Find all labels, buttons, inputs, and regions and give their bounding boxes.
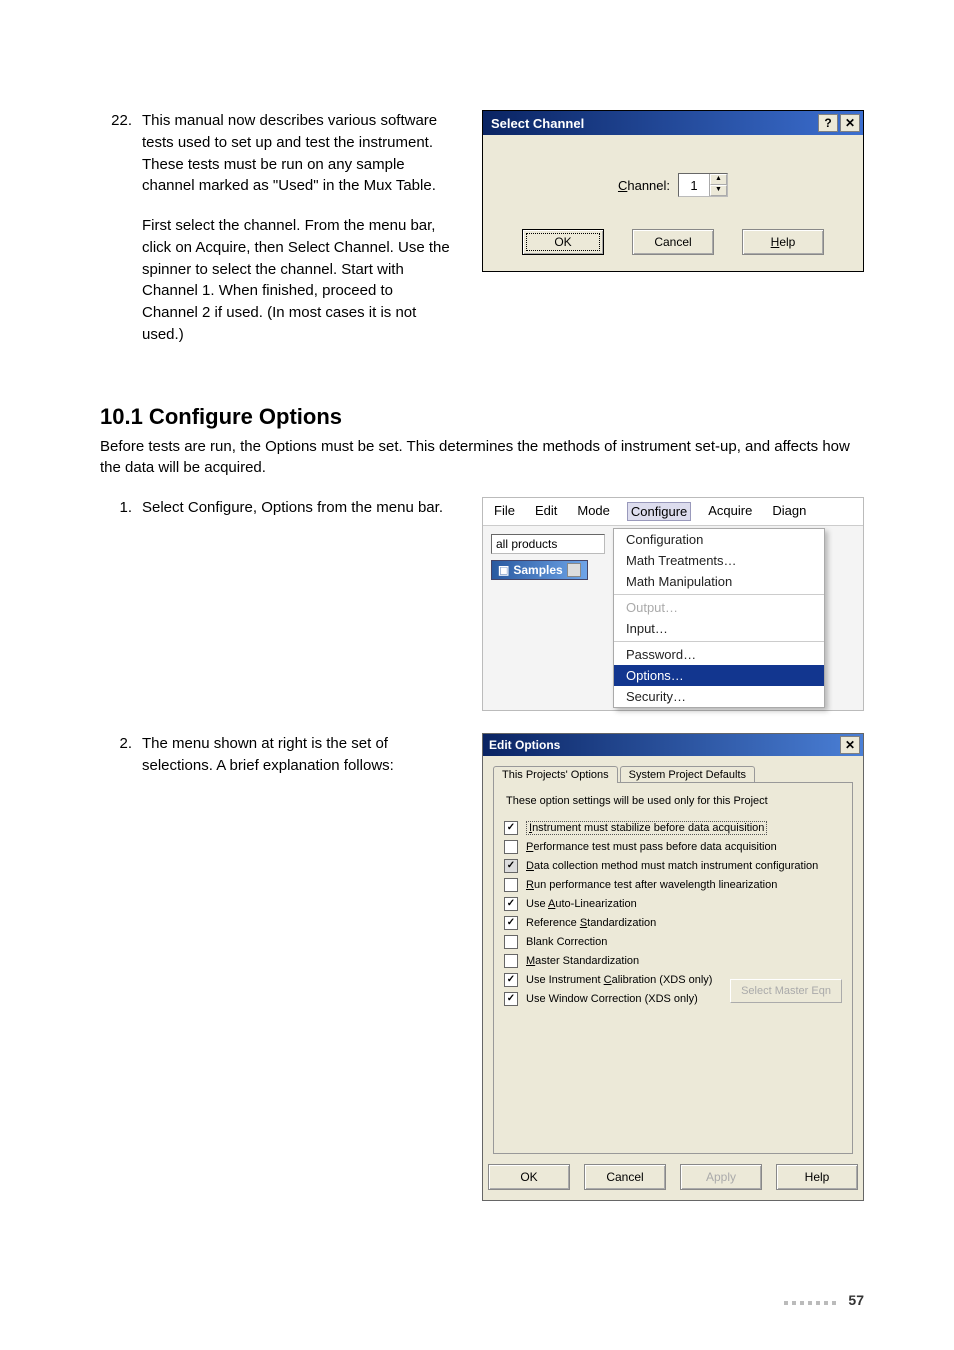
edit-options-title: Edit Options (489, 738, 560, 752)
samples-chip[interactable]: ▣ Samples (491, 560, 588, 580)
checkbox[interactable] (504, 878, 518, 892)
checkbox[interactable]: ✓ (504, 897, 518, 911)
menu-diagn[interactable]: Diagn (769, 502, 809, 521)
list-number-22: 22. (100, 110, 132, 132)
select-channel-dialog: Select Channel ? ✕ Channel: ▲ ▼ OK (482, 110, 864, 272)
minimize-icon[interactable] (567, 563, 581, 577)
menu-mode[interactable]: Mode (574, 502, 613, 521)
checkbox-label: Use Instrument Calibration (XDS only) (526, 974, 712, 986)
dd-password[interactable]: Password… (614, 644, 824, 665)
dd-input[interactable]: Input… (614, 618, 824, 639)
checkbox-label: Master Standardization (526, 955, 639, 967)
edit-options-close-button[interactable]: ✕ (840, 736, 860, 754)
dd-security[interactable]: Security… (614, 686, 824, 707)
spin-down-icon[interactable]: ▼ (710, 185, 727, 196)
section-intro: Before tests are run, the Options must b… (100, 436, 864, 480)
option-row: Blank Correction (504, 935, 842, 949)
step1-number: 1. (100, 497, 132, 519)
option-row: ✓ Instrument must stabilize before data a… (504, 821, 842, 835)
checkbox-label: Reference Standardization (526, 917, 656, 929)
checkbox-label: Use Auto-Linearization (526, 898, 637, 910)
dd-configuration[interactable]: Configuration (614, 529, 824, 550)
tab-system-defaults[interactable]: System Project Defaults (620, 766, 755, 783)
cancel-button[interactable]: Cancel (632, 229, 714, 255)
option-row: Run performance test after wavelength li… (504, 878, 842, 892)
checkbox-label: Use Window Correction (XDS only) (526, 993, 698, 1005)
titlebar-help-button[interactable]: ? (818, 114, 838, 132)
checkbox[interactable]: ✓ (504, 916, 518, 930)
dd-math-manipulation[interactable]: Math Manipulation (614, 571, 824, 592)
eo-cancel-button[interactable]: Cancel (584, 1164, 666, 1190)
edit-options-dialog: Edit Options ✕ This Projects' Options Sy… (482, 733, 864, 1201)
eo-ok-button[interactable]: OK (488, 1164, 570, 1190)
channel-value[interactable] (679, 174, 709, 196)
option-row: Master Standardization (504, 954, 842, 968)
checkbox[interactable]: ✓ (504, 992, 518, 1006)
options-hint: These option settings will be used only … (506, 795, 842, 807)
menu-acquire[interactable]: Acquire (705, 502, 755, 521)
spin-up-icon[interactable]: ▲ (710, 174, 727, 185)
checkbox[interactable]: ✓ (504, 859, 518, 873)
checkbox-label: Performance test must pass before data a… (526, 841, 777, 853)
checkbox-label: Instrument must stabilize before data ac… (526, 822, 767, 834)
dd-options[interactable]: Options… (614, 665, 824, 686)
section-heading: 10.1 Configure Options (100, 404, 864, 430)
list22-p2: First select the channel. From the menu … (142, 215, 452, 346)
menu-file[interactable]: File (491, 502, 518, 521)
checkbox-label: Run performance test after wavelength li… (526, 879, 777, 891)
select-master-eqn-button: Select Master Eqn (730, 979, 842, 1003)
option-row: Performance test must pass before data a… (504, 840, 842, 854)
all-products-field[interactable]: all products (491, 534, 605, 554)
eo-help-button[interactable]: Help (776, 1164, 858, 1190)
step1-text: Select Configure, Options from the menu … (142, 497, 443, 519)
tab-this-project[interactable]: This Projects' Options (493, 766, 618, 783)
configure-menu-screenshot: File Edit Mode Configure Acquire Diagn a… (482, 497, 864, 711)
page-footer: 57 (782, 1292, 864, 1308)
list22-p1: This manual now describes various softwa… (142, 110, 452, 197)
option-row: ✓ Reference Standardization (504, 916, 842, 930)
checkbox-label: Blank Correction (526, 936, 607, 948)
checkbox[interactable] (504, 840, 518, 854)
help-button[interactable]: Help (742, 229, 824, 255)
option-row: ✓ Data collection method must match instr… (504, 859, 842, 873)
dd-math-treatments[interactable]: Math Treatments… (614, 550, 824, 571)
checkbox[interactable] (504, 935, 518, 949)
checkbox-label: Data collection method must match instru… (526, 860, 818, 872)
checkbox[interactable] (504, 954, 518, 968)
configure-dropdown: Configuration Math Treatments… Math Mani… (613, 528, 825, 708)
menu-edit[interactable]: Edit (532, 502, 560, 521)
checkbox[interactable]: ✓ (504, 973, 518, 987)
checkbox[interactable]: ✓ (504, 821, 518, 835)
menu-configure[interactable]: Configure (627, 502, 691, 521)
eo-apply-button: Apply (680, 1164, 762, 1190)
ok-button[interactable]: OK (522, 229, 604, 255)
step2-text: The menu shown at right is the set of se… (142, 733, 452, 777)
select-channel-title: Select Channel (491, 116, 584, 131)
step2-number: 2. (100, 733, 132, 755)
channel-label: Channel: (618, 178, 670, 193)
option-row: ✓ Use Auto-Linearization (504, 897, 842, 911)
titlebar-close-button[interactable]: ✕ (840, 114, 860, 132)
samples-icon: ▣ (498, 563, 509, 577)
channel-spinner[interactable]: ▲ ▼ (678, 173, 728, 197)
page-number: 57 (848, 1292, 864, 1308)
dd-output: Output… (614, 597, 824, 618)
